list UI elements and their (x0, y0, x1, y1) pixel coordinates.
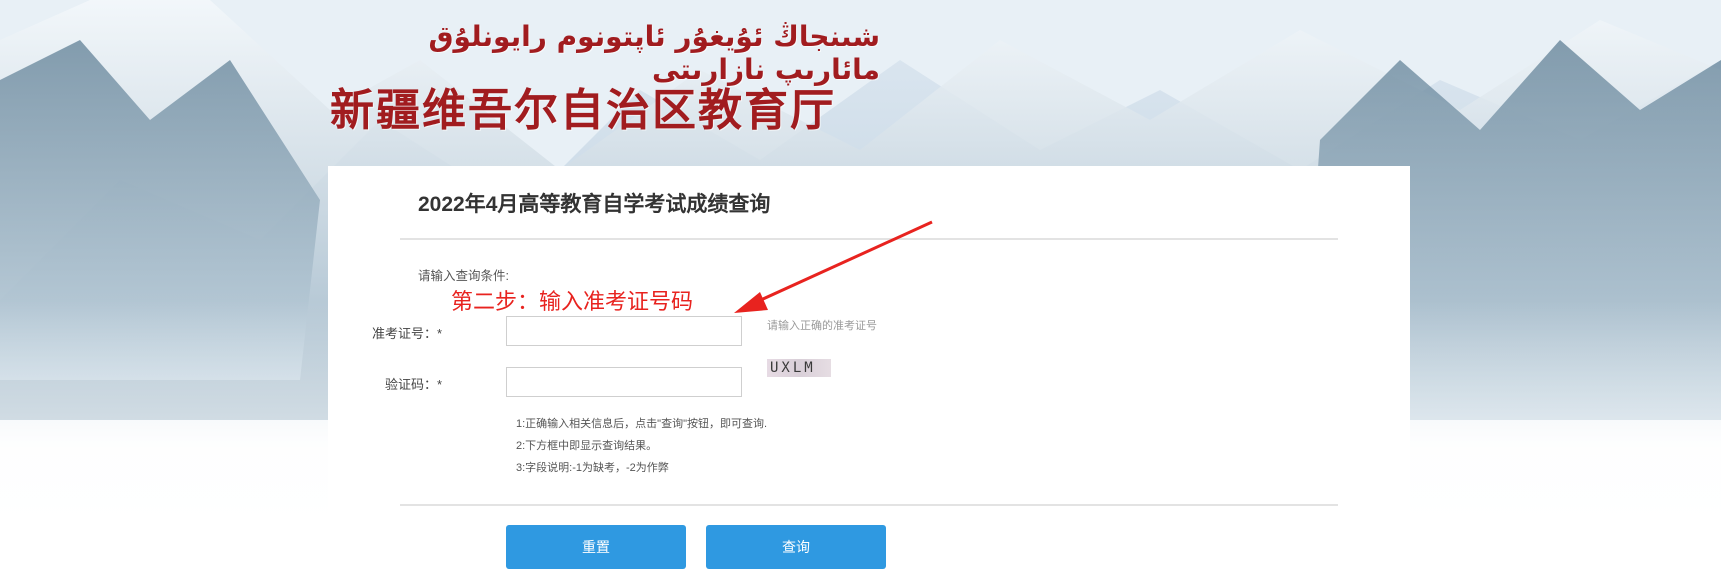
ticket-number-input[interactable] (506, 316, 742, 346)
title-divider (400, 238, 1338, 240)
step-annotation: 第二步：输入准考证号码 (451, 290, 694, 315)
query-button[interactable]: 查询 (706, 525, 886, 569)
ticket-number-hint: 请输入正确的准考证号 (767, 320, 877, 332)
instruction-note-2: 2:下方框中即显示查询结果。 (516, 440, 658, 452)
reset-button[interactable]: 重置 (506, 525, 686, 569)
header-chinese-title: 新疆维吾尔自治区教育厅 (330, 85, 836, 136)
instruction-note-3: 3:字段说明:-1为缺考，-2为作弊 (516, 462, 669, 474)
captcha-image[interactable]: UXLM (767, 359, 831, 377)
buttons-divider (400, 504, 1338, 506)
ticket-number-label: 准考证号：* (371, 326, 442, 341)
query-panel: 2022年4月高等教育自学考试成绩查询 请输入查询条件: 第二步：输入准考证号码… (328, 166, 1410, 571)
instruction-note-1: 1:正确输入相关信息后，点击"查询"按钮，即可查询. (516, 418, 768, 430)
query-prompt: 请输入查询条件: (418, 269, 509, 283)
captcha-label: 验证码：* (384, 377, 442, 392)
instructions-list: 1:正确输入相关信息后，点击"查询"按钮，即可查询. 2:下方框中即显示查询结果… (516, 413, 767, 479)
captcha-input[interactable] (506, 367, 742, 397)
page-title: 2022年4月高等教育自学考试成绩查询 (418, 193, 771, 216)
